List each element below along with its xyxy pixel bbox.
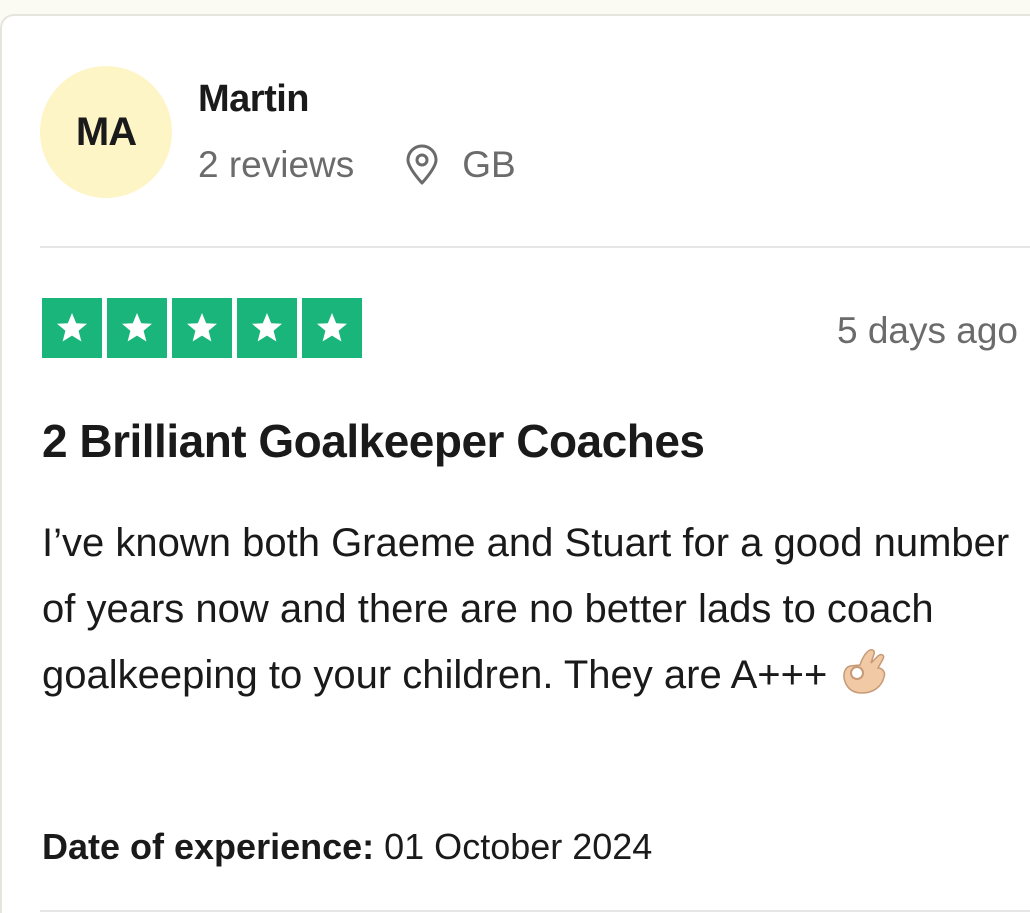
location-pin-icon [404, 144, 440, 186]
review-posted-date: 5 days ago [836, 310, 1018, 351]
reviewer-meta: 2 reviews GB [198, 144, 516, 186]
review-body: I’ve known both Graeme and Stuart for a … [42, 510, 1022, 708]
ok-hand-emoji-icon [838, 646, 892, 696]
date-of-experience-value: 01 October 2024 [384, 826, 653, 867]
reviewer-name[interactable]: Martin [198, 78, 310, 121]
star-icon [237, 298, 297, 358]
divider [40, 246, 1030, 248]
review-card: MA Martin 2 reviews GB 5 days ago 2 Bril… [0, 14, 1030, 913]
review-title[interactable]: 2 Brilliant Goalkeeper Coaches [42, 414, 705, 468]
star-icon [107, 298, 167, 358]
reviewer-country: GB [462, 144, 516, 185]
avatar[interactable]: MA [40, 66, 172, 198]
star-icon [302, 298, 362, 358]
date-of-experience-label: Date of experience: [42, 826, 375, 867]
reviews-count: 2 reviews [198, 144, 355, 185]
date-of-experience: Date of experience: 01 October 2024 [42, 826, 652, 868]
avatar-initials: MA [75, 109, 137, 154]
star-icon [42, 298, 102, 358]
star-icon [172, 298, 232, 358]
divider [40, 910, 1030, 912]
star-rating [42, 298, 362, 358]
